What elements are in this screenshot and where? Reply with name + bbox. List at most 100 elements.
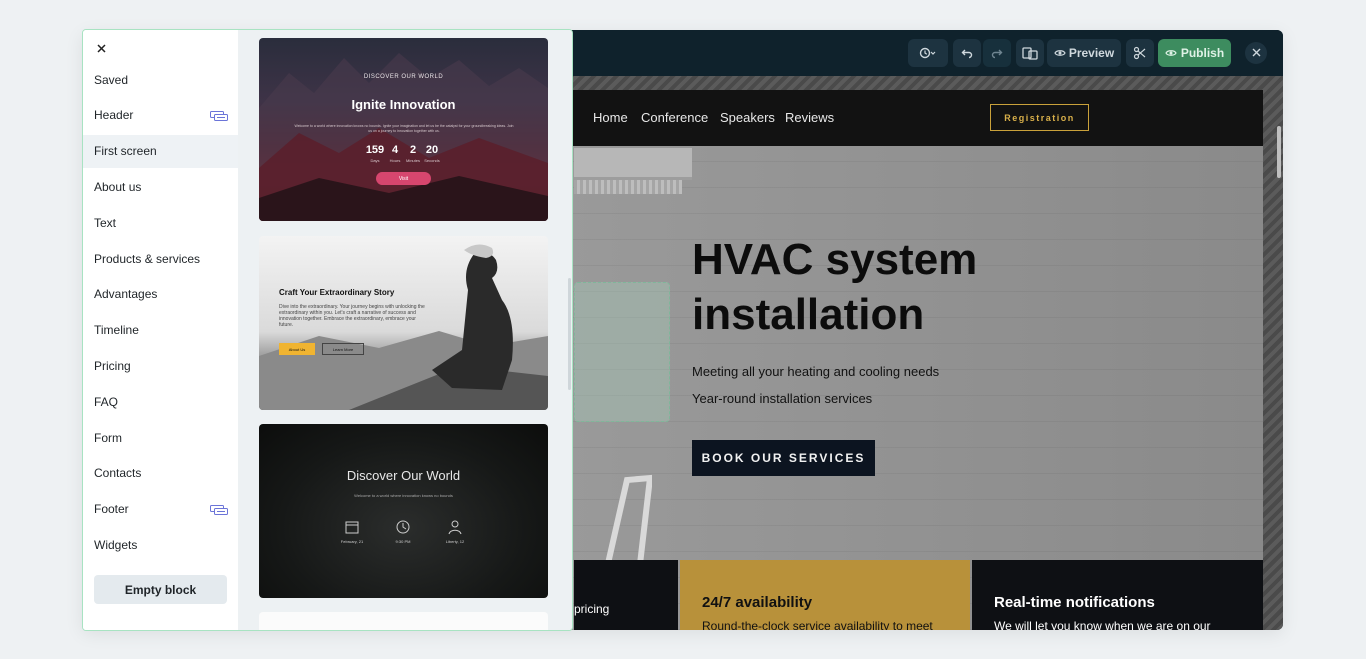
feature-title: 24/7 availability [702, 594, 813, 611]
registration-button[interactable]: Registration [990, 104, 1089, 131]
menu-item-label: Text [94, 215, 117, 230]
menu-item-products-services[interactable]: Products & services [83, 242, 238, 275]
publish-label: Publish [1180, 46, 1225, 60]
hero-title-line1: HVAC system [692, 235, 978, 284]
close-icon [96, 40, 106, 56]
menu-item-label: Saved [94, 72, 129, 87]
menu-item-contacts[interactable]: Contacts [83, 457, 238, 490]
menu-item-label: About us [94, 179, 142, 194]
nav-speakers[interactable]: Speakers [720, 110, 775, 125]
scissors-icon [1133, 46, 1147, 60]
menu-item-footer[interactable]: Footer [83, 493, 238, 526]
close-editor-button[interactable] [1245, 42, 1267, 64]
feature-card-3: Real-time notifications We will let you … [972, 560, 1263, 630]
air-conditioner-vent [574, 180, 682, 194]
menu-item-form[interactable]: Form [83, 421, 238, 454]
feature-card-2: 24/7 availability Round-the-clock servic… [680, 560, 970, 630]
menu-item-label: Timeline [94, 323, 139, 338]
close-panel-button[interactable] [93, 40, 109, 56]
menu-item-label: Advantages [94, 287, 158, 302]
blocks-panel: Saved Header First screen About us Text Produ… [82, 29, 573, 631]
menu-item-label: Products & services [94, 251, 201, 266]
menu-item-label: Form [94, 430, 122, 445]
menu-item-first-screen[interactable]: First screen [83, 134, 238, 168]
user-icon [448, 520, 462, 535]
nav-conference[interactable]: Conference [641, 110, 708, 125]
menu-item-saved[interactable]: Saved [83, 63, 238, 96]
thumb3-item: 9:30 PM [395, 539, 411, 544]
thumb2-title: Craft Your Extraordinary Story [279, 288, 395, 297]
calendar-icon [345, 521, 359, 534]
block-thumbnail-craft-story[interactable]: Craft Your Extraordinary Story Dive into… [259, 236, 548, 410]
menu-item-advantages[interactable]: Advantages [83, 278, 238, 311]
thumb3-item: February, 21 [340, 539, 364, 544]
feature-text: We will let you know when we are on our [994, 619, 1211, 630]
feature-text: Round-the-clock service availability to … [702, 619, 933, 630]
panel-scrollbar[interactable] [568, 278, 571, 390]
menu-item-about-us[interactable]: About us [83, 170, 238, 203]
canvas-scrollbar[interactable] [1277, 126, 1281, 178]
thumb3-item: Liberty, 12 [445, 539, 465, 544]
feature-card-1: pricing [574, 560, 678, 630]
eye-icon [1165, 48, 1177, 58]
feature-text: pricing [574, 602, 610, 616]
thumb1-eyebrow: DISCOVER OUR WORLD [363, 74, 444, 80]
air-conditioner-image [574, 148, 692, 180]
block-thumbnail-next[interactable] [259, 612, 548, 630]
close-icon [1252, 44, 1261, 62]
hero-subtitle-2: Year-round installation services [692, 391, 873, 406]
redo-icon [991, 47, 1003, 59]
preview-label: Preview [1068, 46, 1115, 60]
menu-item-label: Pricing [94, 358, 131, 373]
thumb1-title: Ignite Innovation [351, 97, 456, 112]
hero-title: HVAC system installation [692, 232, 1112, 342]
thumb1-button: Visit [376, 172, 431, 185]
feature-title: Real-time notifications [994, 594, 1155, 611]
drop-placeholder [574, 282, 670, 422]
menu-item-label: Footer [94, 502, 129, 517]
eye-icon [1054, 48, 1066, 58]
menu-item-label: First screen [94, 144, 157, 159]
clock-icon [396, 520, 410, 534]
nav-reviews[interactable]: Reviews [785, 110, 834, 125]
menu-item-label: FAQ [94, 394, 119, 409]
thumb2-about-button: About Us [279, 343, 315, 355]
undo-button[interactable] [953, 39, 981, 67]
menu-item-label: Contacts [94, 466, 142, 481]
thumb2-text: Dive into the extraordinary. Your journe… [279, 304, 425, 328]
layers-button[interactable] [1016, 39, 1044, 67]
global-block-icon [210, 504, 228, 518]
preview-button[interactable]: Preview [1047, 39, 1121, 67]
publish-button[interactable]: Publish [1158, 39, 1231, 67]
layers-icon [1022, 46, 1038, 60]
empty-block-button[interactable]: Empty block [94, 575, 227, 604]
hero-title-line2: installation [692, 290, 925, 339]
menu-item-timeline[interactable]: Timeline [83, 314, 238, 347]
menu-item-label: Header [94, 108, 134, 123]
menu-item-header[interactable]: Header [83, 99, 238, 132]
tools-button[interactable] [1126, 39, 1154, 67]
hero-subtitle-1: Meeting all your heating and cooling nee… [692, 364, 940, 379]
history-icon [919, 47, 937, 59]
global-block-icon [210, 110, 228, 124]
undo-icon [961, 47, 973, 59]
block-thumbnails: DISCOVER OUR WORLD Ignite Innovation Wel… [238, 30, 572, 630]
menu-item-widgets[interactable]: Widgets [83, 528, 238, 561]
thumb1-count: 20 [425, 144, 439, 156]
block-thumbnail-ignite-innovation[interactable]: DISCOVER OUR WORLD Ignite Innovation Wel… [259, 38, 548, 221]
thumb2-learn-button: Learn More [322, 343, 364, 355]
redo-button[interactable] [983, 39, 1011, 67]
thumb3-subtitle: Welcome to a world where innovation know… [354, 493, 453, 498]
history-button[interactable] [908, 39, 948, 67]
menu-item-faq[interactable]: FAQ [83, 385, 238, 418]
menu-item-label: Widgets [94, 537, 138, 552]
thumb1-count-label: Seconds [424, 158, 440, 163]
block-category-menu: Saved Header First screen About us Text Produ… [83, 30, 238, 630]
menu-item-pricing[interactable]: Pricing [83, 349, 238, 382]
thumb3-title: Discover Our World [346, 468, 461, 483]
book-services-button[interactable]: BOOK OUR SERVICES [692, 440, 875, 476]
thumb1-text: Welcome to a world where innovation know… [294, 124, 514, 133]
block-thumbnail-discover-world[interactable]: Discover Our World Welcome to a world wh… [259, 424, 548, 598]
nav-home[interactable]: Home [593, 110, 628, 125]
menu-item-text[interactable]: Text [83, 206, 238, 239]
